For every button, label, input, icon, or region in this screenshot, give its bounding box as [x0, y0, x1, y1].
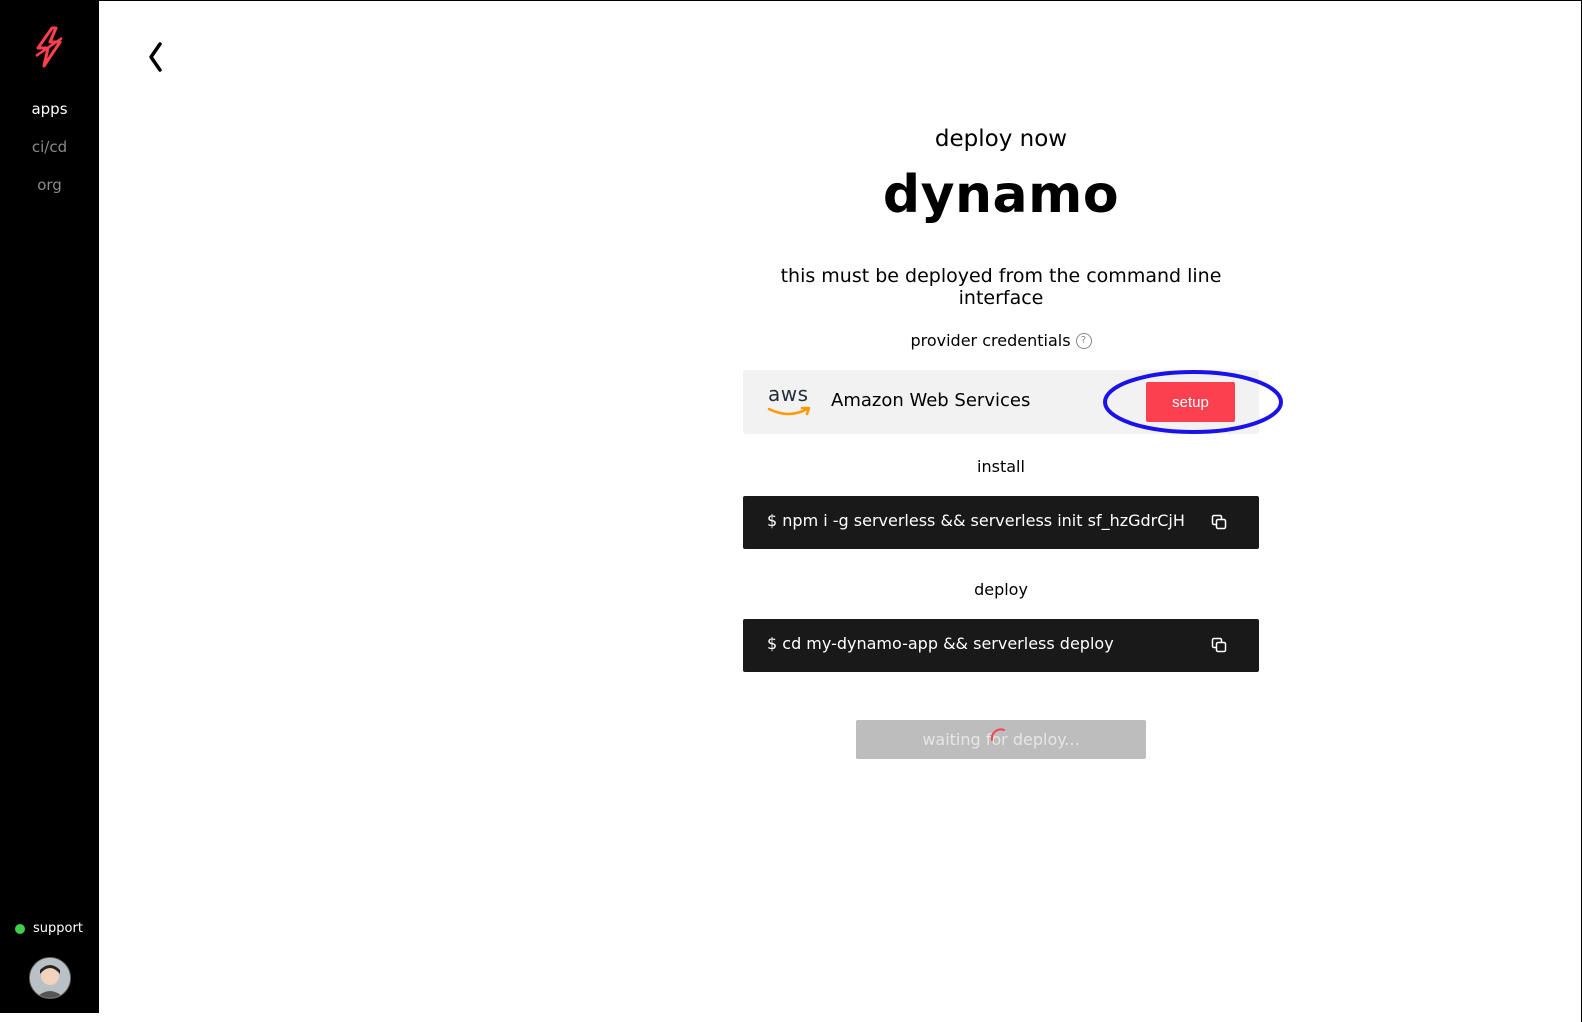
nav-item-apps[interactable]: apps: [0, 100, 99, 118]
install-command-box: $ npm i -g serverless && serverless init…: [743, 496, 1259, 549]
status-dot-icon: [15, 923, 25, 934]
nav-item-org[interactable]: org: [0, 176, 99, 194]
aws-logo-text: aws: [768, 382, 809, 406]
aws-smile-icon: [767, 406, 811, 416]
deploy-label: deploy: [974, 580, 1028, 599]
cli-notice: this must be deployed from the command l…: [780, 265, 1222, 309]
page-title: dynamo: [882, 165, 1120, 225]
serverless-logo-icon[interactable]: [32, 26, 66, 68]
install-command: $ npm i -g serverless && serverless init…: [767, 511, 1185, 530]
setup-button[interactable]: setup: [1146, 382, 1235, 422]
user-avatar[interactable]: [29, 957, 71, 999]
install-label: install: [977, 457, 1025, 476]
loading-spinner-icon: [990, 728, 1005, 741]
window-top-border: [0, 0, 1582, 1]
provider-credentials-label: provider credentials: [910, 331, 1071, 350]
support-link[interactable]: support: [15, 921, 83, 936]
copy-icon[interactable]: [1211, 637, 1227, 653]
question-circle-icon[interactable]: ?: [1075, 332, 1092, 349]
provider-row-aws: aws Amazon Web Services setup: [743, 370, 1259, 434]
provider-credentials-heading: provider credentials ?: [742, 331, 1260, 350]
support-label: support: [33, 921, 83, 936]
avatar-face-icon: [30, 958, 70, 998]
copy-icon[interactable]: [1211, 514, 1227, 530]
waiting-for-deploy-button: waiting for deploy...: [856, 720, 1146, 759]
provider-name: Amazon Web Services: [831, 390, 1031, 411]
nav-item-cicd[interactable]: ci/cd: [0, 138, 99, 156]
sidebar: apps ci/cd org support: [0, 0, 99, 1013]
deploy-command: $ cd my-dynamo-app && serverless deploy: [767, 634, 1114, 653]
page-subtitle: deploy now: [934, 126, 1068, 152]
back-chevron-icon[interactable]: [144, 40, 168, 74]
deploy-command-box: $ cd my-dynamo-app && serverless deploy: [743, 619, 1259, 672]
